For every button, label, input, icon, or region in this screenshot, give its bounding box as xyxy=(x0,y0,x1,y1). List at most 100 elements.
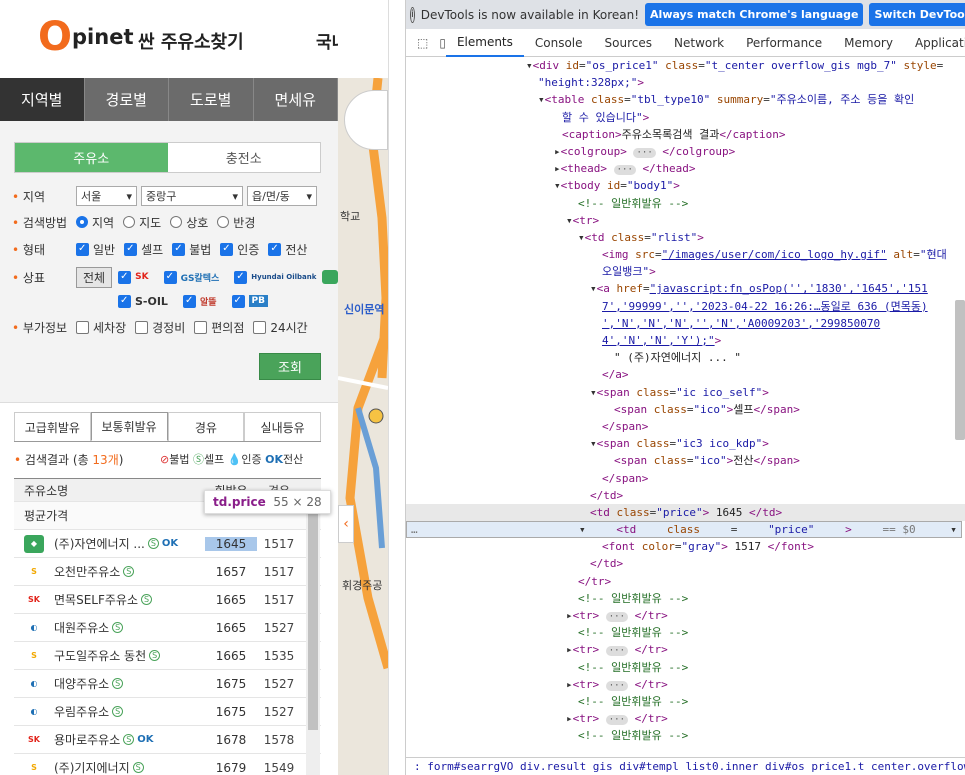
tab-performance[interactable]: Performance xyxy=(735,29,833,57)
check-normal[interactable]: 일반 xyxy=(76,241,115,258)
check-self[interactable]: 셀프 xyxy=(124,241,163,258)
radio-radius[interactable]: 반경 xyxy=(217,214,255,231)
toggle-gas-station[interactable]: 주유소 xyxy=(15,143,168,172)
check-repair[interactable]: 경정비 xyxy=(135,319,185,336)
dom-line[interactable]: ▾<table class="tbl_type10" summary="주유소이… xyxy=(406,91,965,108)
tab-region[interactable]: 지역별 xyxy=(0,78,85,121)
station-name-cell[interactable]: SK 면목SELF주유소 S xyxy=(14,590,205,609)
fuel-tab-kerosene[interactable]: 실내등유 xyxy=(244,412,321,441)
price-diesel: 1517 xyxy=(263,536,295,551)
dom-line[interactable]: ▾<tbody id="body1"> xyxy=(406,177,965,194)
check-brand-pb[interactable]: PB xyxy=(231,294,274,308)
dom-tree[interactable]: ▾<div id="os_price1" class="t_center ove… xyxy=(406,57,965,757)
panel-divider[interactable]: ‹ xyxy=(338,0,405,775)
check-elec[interactable]: 전산 xyxy=(268,241,307,258)
devtools-breadcrumb[interactable]: : form#searrgVO div.result gis div#templ… xyxy=(406,757,965,775)
dom-line[interactable]: <caption>주유소목록검색 결과</caption> xyxy=(406,126,965,143)
station-name-link[interactable]: (주)자연에너지 ... xyxy=(54,535,145,552)
check-cert[interactable]: 인증 xyxy=(220,241,259,258)
station-name-link[interactable]: 대양주유소 xyxy=(54,675,109,692)
tab-sources[interactable]: Sources xyxy=(594,29,663,57)
tab-taxfree[interactable]: 면세유 xyxy=(253,78,338,121)
toggle-charging-station[interactable]: 충전소 xyxy=(167,143,320,172)
match-language-button[interactable]: Always match Chrome's language xyxy=(645,3,864,26)
radio-region[interactable]: 지역 xyxy=(76,214,114,231)
dom-line[interactable]: ▾<span class="ic ico_self"> xyxy=(406,384,965,401)
table-row[interactable]: S 오천만주유소 S 1657 1517 xyxy=(14,558,321,586)
check-carwash[interactable]: 세차장 xyxy=(76,319,126,336)
dom-line[interactable]: ▸<tr> ··· </tr> xyxy=(406,641,965,658)
dom-line[interactable]: ▾<td class="rlist"> xyxy=(406,229,965,246)
table-row[interactable]: S 구도일주유소 동천 S 1665 1535 xyxy=(14,642,321,670)
brand-all-button[interactable]: 전체 xyxy=(76,266,113,288)
table-row[interactable]: SK 용마로주유소 S OK 1678 1578 xyxy=(14,726,321,754)
table-row[interactable]: ◆ (주)자연에너지 ... S OK 1645 1517 xyxy=(14,530,321,558)
fuel-tab-diesel[interactable]: 경유 xyxy=(167,412,245,441)
dom-line[interactable]: ▾<a href="javascript:fn_osPop('','1830',… xyxy=(406,280,965,297)
check-brand-altteul[interactable]: 알뜰 xyxy=(182,294,223,308)
fuel-tab-regular[interactable]: 보통휘발유 xyxy=(90,412,168,441)
radio-name[interactable]: 상호 xyxy=(170,214,208,231)
dom-line-hovered[interactable]: <td class="price"> 1645 </td> xyxy=(406,503,965,522)
station-name-link[interactable]: (주)기지에너지 xyxy=(54,759,130,775)
tab-network[interactable]: Network xyxy=(663,29,735,57)
check-brand-sk[interactable]: SK xyxy=(118,270,154,284)
dom-line[interactable]: ▸<tr> ··· </tr> xyxy=(406,676,965,693)
dom-line[interactable]: ▾<tr> xyxy=(406,212,965,229)
table-scrollbar[interactable] xyxy=(306,500,320,775)
check-store[interactable]: 편의점 xyxy=(194,319,244,336)
tab-elements[interactable]: Elements xyxy=(445,29,524,57)
check-illegal[interactable]: 불법 xyxy=(172,241,211,258)
table-row[interactable]: ◐ 대원주유소 S 1665 1527 xyxy=(14,614,321,642)
tab-memory[interactable]: Memory xyxy=(833,29,904,57)
station-name-cell[interactable]: ◐ 우림주유소 S xyxy=(14,702,205,721)
tab-application[interactable]: Application xyxy=(904,29,965,57)
tab-console[interactable]: Console xyxy=(524,29,594,57)
tab-road[interactable]: 도로별 xyxy=(169,78,254,121)
devtools-scrollbar[interactable] xyxy=(955,300,965,440)
dom-line[interactable]: ▾<div id="os_price1" class="t_center ove… xyxy=(406,57,965,74)
dong-select[interactable]: 읍/면/동 xyxy=(247,186,317,206)
sido-select[interactable]: 서울 xyxy=(76,186,137,206)
station-name-cell[interactable]: ◐ 대원주유소 S xyxy=(14,618,205,637)
check-brand-gs[interactable]: GS칼텍스 xyxy=(163,270,226,284)
query-button[interactable]: 조회 xyxy=(259,353,321,380)
dom-line[interactable]: ▸<tr> ··· </tr> xyxy=(406,607,965,624)
collapse-panel-icon[interactable]: ‹ xyxy=(338,505,354,543)
dom-line-selected[interactable]: … ▾ <td class = "price" > == $0 xyxy=(406,521,962,539)
check-24h[interactable]: 24시간 xyxy=(253,319,308,336)
table-row[interactable]: ◐ 대양주유소 S 1675 1527 xyxy=(14,670,321,698)
station-name-cell[interactable]: ◆ (주)자연에너지 ... S OK xyxy=(14,534,205,553)
station-name-cell[interactable]: SK 용마로주유소 S OK xyxy=(14,730,205,749)
dom-line[interactable]: ▾<span class="ic3 ico_kdp"> xyxy=(406,435,965,452)
nav-domestic-price[interactable]: 국내유가 xyxy=(316,28,338,53)
sigungu-select[interactable]: 중랑구 xyxy=(141,186,243,206)
station-name-cell[interactable]: S 오천만주유소 S xyxy=(14,562,205,581)
inspect-element-icon[interactable]: ⬚ xyxy=(406,29,439,57)
check-brand-soil[interactable]: S-OIL xyxy=(118,294,174,308)
dom-line[interactable]: ▸<colgroup> ··· </colgroup> xyxy=(406,143,965,160)
tab-route[interactable]: 경로별 xyxy=(84,78,169,121)
dom-line[interactable]: <img src="/images/user/com/ico_logo_hy.g… xyxy=(406,246,965,263)
station-name-link[interactable]: 우림주유소 xyxy=(54,703,109,720)
table-row[interactable]: ◐ 우림주유소 S 1675 1527 xyxy=(14,698,321,726)
station-name-link[interactable]: 구도일주유소 동천 xyxy=(54,647,146,664)
fuel-tab-premium[interactable]: 고급휘발유 xyxy=(14,412,91,441)
check-brand-hd[interactable]: Hyundai Oilbank xyxy=(234,270,338,284)
device-toggle-icon[interactable]: ▯ xyxy=(439,29,446,57)
station-name-link[interactable]: 면목SELF주유소 xyxy=(54,591,138,608)
station-name-link[interactable]: 오천만주유소 xyxy=(54,563,120,580)
station-name-cell[interactable]: S 구도일주유소 동천 S xyxy=(14,646,205,665)
opinet-logo[interactable]: Opinet xyxy=(38,14,133,60)
table-row[interactable]: S (주)기지에너지 S 1679 1549 xyxy=(14,754,321,775)
dom-line[interactable]: ▸<tr> ··· </tr> xyxy=(406,710,965,727)
station-name-link[interactable]: 대원주유소 xyxy=(54,619,109,636)
station-name-link[interactable]: 용마로주유소 xyxy=(54,731,120,748)
switch-korean-button[interactable]: Switch DevTools to Korean xyxy=(869,3,965,26)
station-name-cell[interactable]: ◐ 대양주유소 S xyxy=(14,674,205,693)
map-area[interactable]: 학교 신이문역 휘경주공 xyxy=(338,78,388,775)
station-name-cell[interactable]: S (주)기지에너지 S xyxy=(14,758,205,775)
table-row[interactable]: SK 면목SELF주유소 S 1665 1517 xyxy=(14,586,321,614)
dom-line[interactable]: ▸<thead> ··· </thead> xyxy=(406,160,965,177)
radio-map[interactable]: 지도 xyxy=(123,214,161,231)
